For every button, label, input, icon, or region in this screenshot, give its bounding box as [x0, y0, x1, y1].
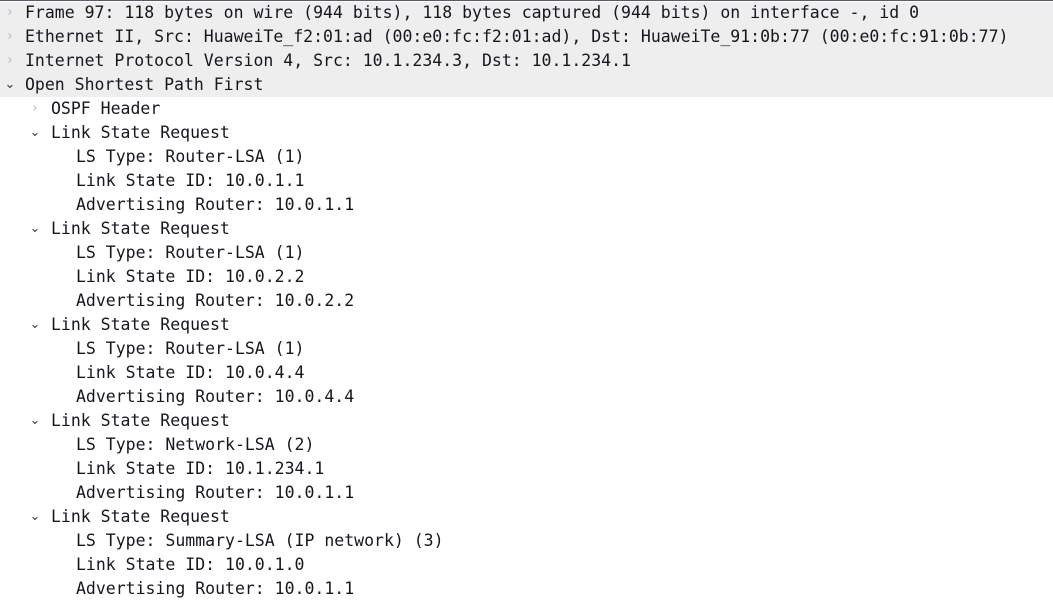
- ospf-row[interactable]: ⌄ Open Shortest Path First: [0, 73, 1053, 97]
- link-state-id-field[interactable]: Link State ID: 10.0.1.1: [0, 169, 1053, 193]
- link-state-request-row[interactable]: ⌄ Link State Request: [0, 505, 1053, 529]
- advertising-router-field[interactable]: Advertising Router: 10.0.2.2: [0, 289, 1053, 313]
- ls-type-field[interactable]: LS Type: Router-LSA (1): [0, 337, 1053, 361]
- row-label: Link State Request: [51, 411, 230, 430]
- row-label: LS Type: Network-LSA (2): [76, 435, 315, 454]
- link-state-request-row[interactable]: ⌄ Link State Request: [0, 409, 1053, 433]
- row-label: Ethernet II, Src: HuaweiTe_f2:01:ad (00:…: [25, 27, 1009, 46]
- ethernet-row[interactable]: › Ethernet II, Src: HuaweiTe_f2:01:ad (00…: [0, 25, 1053, 49]
- row-label: LS Type: Router-LSA (1): [76, 339, 305, 358]
- link-state-id-field[interactable]: Link State ID: 10.0.2.2: [0, 265, 1053, 289]
- row-label: Link State ID: 10.0.2.2: [76, 267, 305, 286]
- row-label: Link State ID: 10.1.234.1: [76, 459, 325, 478]
- row-label: Open Shortest Path First: [25, 75, 264, 94]
- row-label: Advertising Router: 10.0.1.1: [76, 195, 355, 214]
- frame-row[interactable]: › Frame 97: 118 bytes on wire (944 bits),…: [0, 1, 1053, 25]
- link-state-request-row[interactable]: ⌄ Link State Request: [0, 217, 1053, 241]
- advertising-router-field[interactable]: Advertising Router: 10.0.1.1: [0, 481, 1053, 505]
- ospf-header-row[interactable]: › OSPF Header: [0, 97, 1053, 121]
- link-state-request-row[interactable]: ⌄ Link State Request: [0, 121, 1053, 145]
- ls-type-field[interactable]: LS Type: Router-LSA (1): [0, 145, 1053, 169]
- ls-type-field[interactable]: LS Type: Summary-LSA (IP network) (3): [0, 529, 1053, 553]
- link-state-id-field[interactable]: Link State ID: 10.1.234.1: [0, 457, 1053, 481]
- link-state-id-field[interactable]: Link State ID: 10.0.4.4: [0, 361, 1053, 385]
- row-label: Link State ID: 10.0.4.4: [76, 363, 305, 382]
- row-label: LS Type: Router-LSA (1): [76, 243, 305, 262]
- row-label: Link State ID: 10.0.1.1: [76, 171, 305, 190]
- row-label: Advertising Router: 10.0.4.4: [76, 387, 355, 406]
- row-label: Advertising Router: 10.0.1.1: [76, 483, 355, 502]
- advertising-router-field[interactable]: Advertising Router: 10.0.4.4: [0, 385, 1053, 409]
- advertising-router-field[interactable]: Advertising Router: 10.0.1.1: [0, 577, 1053, 601]
- row-label: OSPF Header: [51, 99, 161, 118]
- row-label: Link State ID: 10.0.1.0: [76, 555, 305, 574]
- ls-type-field[interactable]: LS Type: Network-LSA (2): [0, 433, 1053, 457]
- protocol-tree: › Frame 97: 118 bytes on wire (944 bits),…: [0, 1, 1053, 601]
- row-label: Advertising Router: 10.0.2.2: [76, 291, 355, 310]
- row-label: Advertising Router: 10.0.1.1: [76, 579, 355, 598]
- row-label: LS Type: Summary-LSA (IP network) (3): [76, 531, 444, 550]
- row-label: Link State Request: [51, 219, 230, 238]
- row-label: Internet Protocol Version 4, Src: 10.1.2…: [25, 51, 631, 70]
- link-state-id-field[interactable]: Link State ID: 10.0.1.0: [0, 553, 1053, 577]
- packet-details-pane[interactable]: › Frame 97: 118 bytes on wire (944 bits),…: [0, 0, 1053, 608]
- row-label: Link State Request: [51, 123, 230, 142]
- ls-type-field[interactable]: LS Type: Router-LSA (1): [0, 241, 1053, 265]
- row-label: LS Type: Router-LSA (1): [76, 147, 305, 166]
- row-label: Frame 97: 118 bytes on wire (944 bits), …: [25, 3, 920, 22]
- ipv4-row[interactable]: › Internet Protocol Version 4, Src: 10.1.…: [0, 49, 1053, 73]
- link-state-request-row[interactable]: ⌄ Link State Request: [0, 313, 1053, 337]
- row-label: Link State Request: [51, 507, 230, 526]
- row-label: Link State Request: [51, 315, 230, 334]
- advertising-router-field[interactable]: Advertising Router: 10.0.1.1: [0, 193, 1053, 217]
